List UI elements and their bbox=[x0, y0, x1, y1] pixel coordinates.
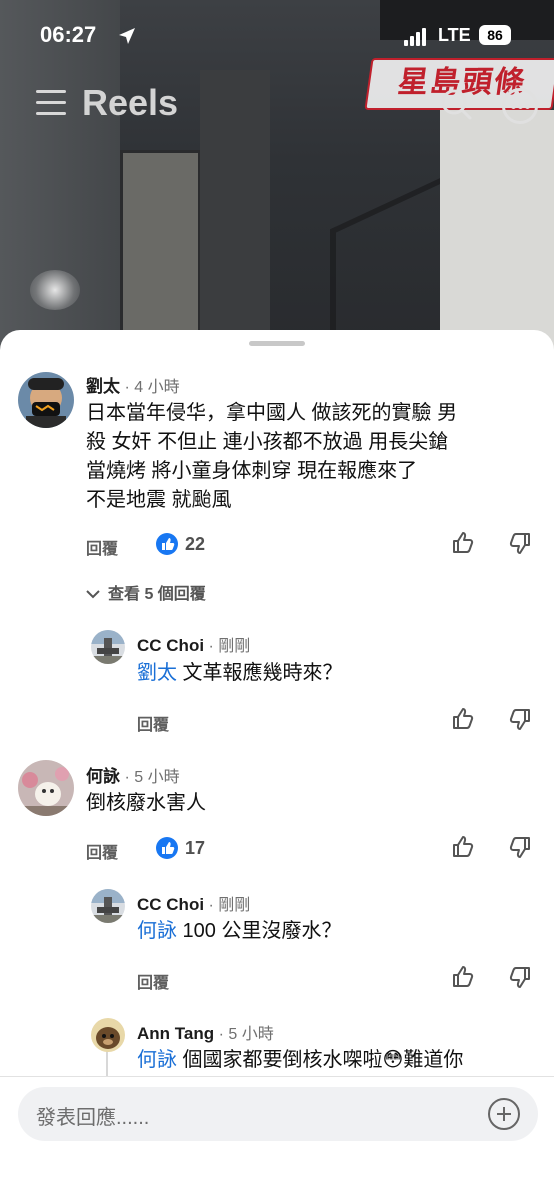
comment-header: CC Choi · 剛剛 bbox=[137, 891, 250, 915]
comment-header: Ann Tang · 5 小時 bbox=[137, 1020, 274, 1044]
comment-composer: 發表回應...... bbox=[0, 1076, 554, 1200]
thumbs-down-icon[interactable] bbox=[508, 707, 532, 731]
comment-time: · 剛剛 bbox=[208, 897, 251, 914]
comment-body: 個國家都要倒核水㗎啦😳難道你 bbox=[177, 1049, 464, 1071]
battery-indicator: 86 bbox=[479, 25, 511, 45]
comment-author[interactable]: Ann Tang bbox=[137, 1024, 214, 1043]
comment-body: 文革報應幾時來？ bbox=[177, 662, 343, 684]
comment-text: 倒核廢水害人 bbox=[86, 792, 206, 814]
view-replies-label: 查看 5 個回覆 bbox=[108, 586, 206, 603]
comment-time: · 4 小時 bbox=[124, 379, 180, 396]
thumbs-up-icon[interactable] bbox=[451, 707, 475, 731]
mention-link[interactable]: 何詠 bbox=[137, 920, 177, 942]
comment-author[interactable]: CC Choi bbox=[137, 895, 204, 914]
comment-text: 何詠 個國家都要倒核水㗎啦😳難道你 bbox=[137, 1046, 463, 1075]
status-time: 06:27 bbox=[40, 22, 97, 47]
mention-link[interactable]: 劉太 bbox=[137, 662, 177, 684]
like-reaction-icon bbox=[156, 837, 178, 859]
comment-line: 當燒烤 將小童身体刺穿 現在報應來了 bbox=[86, 460, 418, 482]
comment-header: 劉太 · 4 小時 bbox=[86, 372, 180, 397]
avatar[interactable] bbox=[91, 889, 125, 923]
comment-header: 何詠 · 5 小時 bbox=[86, 762, 180, 787]
comment-text: 日本當年侵华，拿中國人 做該死的實驗 男 殺 女奸 不但止 連小孩都不放過 用長… bbox=[86, 399, 536, 515]
like-count[interactable]: 17 bbox=[185, 838, 205, 859]
reply-button[interactable]: 回覆 bbox=[86, 535, 118, 559]
thumbs-up-icon[interactable] bbox=[451, 531, 475, 555]
comment-input[interactable]: 發表回應...... bbox=[18, 1087, 538, 1141]
view-replies-link[interactable]: 查看 5 個回覆 bbox=[86, 580, 206, 604]
comment-line: 不是地震 就颱風 bbox=[86, 489, 232, 511]
avatar[interactable] bbox=[18, 760, 74, 816]
comment-input-placeholder: 發表回應...... bbox=[36, 1107, 150, 1129]
avatar[interactable] bbox=[18, 372, 74, 428]
reply-button[interactable]: 回覆 bbox=[86, 839, 118, 863]
chevron-down-icon bbox=[86, 590, 100, 599]
thumbs-down-icon[interactable] bbox=[508, 531, 532, 555]
comment-time: · 5 小時 bbox=[218, 1026, 274, 1043]
comment-text: 劉太 文革報應幾時來？ bbox=[137, 659, 343, 688]
thumbs-down-icon[interactable] bbox=[508, 835, 532, 859]
thumbs-up-icon[interactable] bbox=[451, 835, 475, 859]
comment-text: 何詠 100 公里沒廢水？ bbox=[137, 917, 341, 946]
add-attachment-icon[interactable] bbox=[488, 1098, 520, 1130]
location-arrow-icon bbox=[119, 28, 135, 44]
thumbs-down-icon[interactable] bbox=[508, 965, 532, 989]
comment-time: · 剛剛 bbox=[208, 638, 251, 655]
like-count[interactable]: 22 bbox=[185, 534, 205, 555]
comment-body: 100 公里沒廢水？ bbox=[177, 920, 342, 942]
reply-button[interactable]: 回覆 bbox=[137, 711, 169, 735]
reply-button[interactable]: 回覆 bbox=[137, 969, 169, 993]
like-reaction-icon bbox=[156, 533, 178, 555]
comment-header: CC Choi · 剛剛 bbox=[137, 632, 250, 656]
comment-line: 日本當年侵华，拿中國人 做該死的實驗 男 bbox=[86, 402, 458, 424]
signal-icon bbox=[404, 28, 428, 51]
mention-link[interactable]: 何詠 bbox=[137, 1049, 177, 1071]
avatar[interactable] bbox=[91, 630, 125, 664]
comment-time: · 5 小時 bbox=[124, 769, 180, 786]
comment-author[interactable]: 劉太 bbox=[86, 377, 120, 396]
comment-author[interactable]: CC Choi bbox=[137, 636, 204, 655]
video-light bbox=[30, 270, 80, 310]
comments-sheet: 劉太 · 4 小時 日本當年侵华，拿中國人 做該死的實驗 男 殺 女奸 不但止 … bbox=[0, 330, 554, 1199]
more-options-icon[interactable] bbox=[502, 88, 538, 124]
thumbs-up-icon[interactable] bbox=[451, 965, 475, 989]
menu-icon[interactable] bbox=[36, 90, 68, 118]
network-type: LTE bbox=[438, 25, 471, 45]
page-title: Reels bbox=[82, 82, 179, 123]
comment-author[interactable]: 何詠 bbox=[86, 767, 120, 786]
search-icon[interactable] bbox=[440, 88, 472, 120]
avatar[interactable] bbox=[91, 1018, 125, 1052]
comment-line: 殺 女奸 不但止 連小孩都不放過 用長尖鎗 bbox=[86, 431, 449, 453]
sheet-drag-handle[interactable] bbox=[249, 341, 305, 346]
